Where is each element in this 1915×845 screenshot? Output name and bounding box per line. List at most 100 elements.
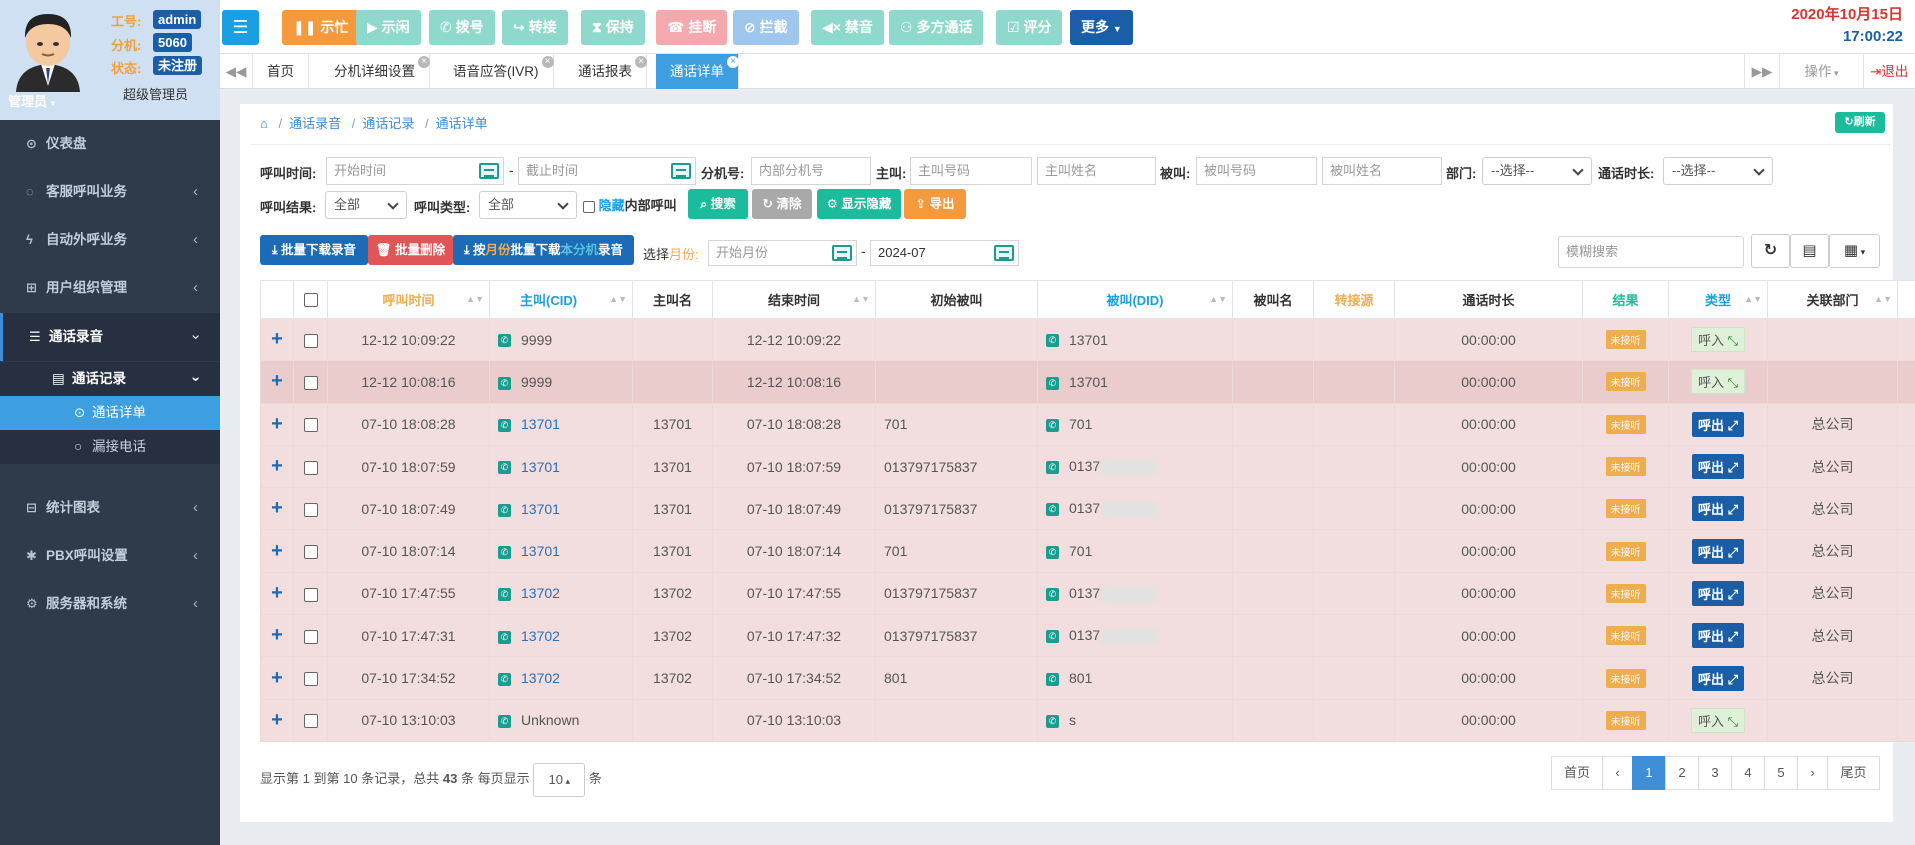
tab-home[interactable]: 首页 [253, 54, 309, 89]
checkbox[interactable] [583, 200, 595, 213]
select-cell[interactable] [293, 402, 328, 446]
expand-cell[interactable]: + [260, 360, 294, 404]
month-download-button[interactable]: ⤓ 按月份批量下载本分机录音 [453, 235, 634, 265]
expand-cell[interactable]: + [260, 402, 294, 446]
page-first[interactable]: 首页 [1551, 756, 1603, 790]
tab-ext-detail[interactable]: 分机详细设置 × [320, 54, 430, 89]
more-button[interactable]: 更多 ▼ [1070, 10, 1133, 45]
plus-icon[interactable]: + [271, 667, 283, 689]
plus-icon[interactable]: + [271, 497, 283, 519]
end-time-input[interactable]: 截止时间 [518, 157, 696, 185]
batch-download-button[interactable]: ⤓ 批量下载录音 [260, 235, 368, 265]
nav-org[interactable]: ⊞ 用户组织管理 ‹ [0, 264, 220, 312]
cid-value[interactable]: 13702 [521, 585, 560, 601]
cid-value[interactable]: 13701 [521, 459, 560, 475]
expand-cell[interactable]: + [260, 317, 294, 362]
caller-number-input[interactable]: 主叫号码 [910, 157, 1032, 185]
header-end-time[interactable]: 结束时间 ▲▼ [712, 280, 876, 319]
nav-stats[interactable]: ⊟ 统计图表 ‹ [0, 484, 220, 532]
table-row[interactable]: +12-12 10:08:16 ✆ 9999 12-12 10:08:16 ✆ 13701… [260, 360, 1915, 404]
batch-delete-button[interactable]: 🗑 批量删除 [368, 235, 453, 265]
table-row[interactable]: +07-10 13:10:03 ✆ Unknown 07-10 13:10:03 ✆ s 0… [260, 698, 1915, 742]
table-row[interactable]: +07-10 17:34:52 ✆ 13702 13702 07-10 17:34:52… [260, 656, 1915, 700]
row-checkbox[interactable] [303, 672, 318, 687]
close-icon[interactable]: × [727, 56, 739, 68]
caller-name-cell[interactable]: 13702 [632, 614, 713, 658]
transfer-button[interactable]: ↪ 转接 [502, 10, 568, 45]
mute-button[interactable]: ◀× 禁音 [811, 10, 884, 45]
nav-service[interactable]: ◌ 客服呼叫业务 ‹ [0, 168, 220, 216]
month-start-input[interactable]: 开始月份 [708, 240, 857, 266]
close-icon[interactable]: × [541, 56, 554, 68]
breadcrumb-recording[interactable]: 通话录音 [289, 116, 341, 131]
caller-name-cell[interactable]: 13701 [632, 487, 713, 531]
caller-name-cell[interactable]: 13702 [632, 656, 713, 700]
caller-name-cell[interactable]: 13701 [632, 529, 713, 573]
menu-toggle-button[interactable]: ☰ [222, 10, 259, 45]
page-2[interactable]: 2 [1665, 756, 1699, 790]
exit-button[interactable]: ⇥退出 [1864, 54, 1915, 89]
nav-outbound[interactable]: ϟ 自动外呼业务 ‹ [0, 216, 220, 264]
expand-cell[interactable]: + [260, 444, 294, 489]
search-button[interactable]: ⌕ 搜索 [688, 189, 748, 219]
page-1[interactable]: 1 [1632, 756, 1666, 790]
duration-select[interactable]: --选择-- [1663, 157, 1773, 185]
hangup-button[interactable]: ☎ 挂断 [656, 10, 728, 45]
calendar-icon[interactable] [479, 163, 499, 179]
hold-button[interactable]: ⧗ 保持 [581, 10, 645, 45]
page-size-dropdown[interactable]: 10 ▴ [533, 762, 586, 797]
row-checkbox[interactable] [303, 545, 318, 560]
expand-cell[interactable]: + [260, 656, 294, 700]
dial-button[interactable]: ✆ 拨号 [429, 10, 495, 45]
tab-scroll-right-button[interactable]: ▶▶ [1744, 54, 1780, 89]
nav-pbx[interactable]: ✱ PBX呼叫设置 ‹ [0, 532, 220, 580]
callee-name-input[interactable]: 被叫姓名 [1322, 157, 1442, 185]
nav-records[interactable]: ▤ 通话记录 ‹ [0, 362, 220, 396]
month-end-input[interactable]: 2024-07 [870, 240, 1019, 266]
show-hidden-button[interactable]: ⚙ 显示隐藏 [817, 189, 901, 219]
export-button[interactable]: ⇪ 导出 [904, 189, 966, 219]
caller-name-cell[interactable]: 13701 [632, 402, 713, 446]
fuzzy-search-input[interactable]: 模糊搜索 [1558, 236, 1744, 268]
page-3[interactable]: 3 [1698, 756, 1732, 790]
cid-value[interactable]: 13701 [521, 416, 560, 432]
close-icon[interactable]: × [635, 56, 647, 68]
row-checkbox[interactable] [303, 418, 318, 433]
close-icon[interactable]: × [418, 56, 430, 68]
row-checkbox[interactable] [303, 587, 318, 602]
row-checkbox[interactable] [303, 714, 318, 729]
tab-detail[interactable]: 通话详单 × [656, 54, 739, 89]
cid-value[interactable]: 13701 [521, 543, 560, 559]
select-cell[interactable] [293, 656, 328, 700]
page-next[interactable]: › [1797, 756, 1828, 790]
cid-value[interactable]: 13702 [521, 670, 560, 686]
plus-icon[interactable]: + [271, 709, 283, 731]
idle-button[interactable]: ▶ 示闲 [356, 10, 421, 45]
row-checkbox[interactable] [303, 376, 318, 391]
intercept-button[interactable]: ⊘ 拦截 [733, 10, 799, 45]
nav-server[interactable]: ⚙ 服务器和系统 ‹ [0, 580, 220, 628]
expand-cell[interactable]: + [260, 571, 294, 616]
expand-cell[interactable]: + [260, 698, 294, 742]
table-row[interactable]: +07-10 17:47:31 ✆ 13702 13702 07-10 17:47:32… [260, 614, 1915, 658]
calendar-icon[interactable] [832, 245, 852, 261]
toggle-view-button[interactable]: ▤ [1790, 234, 1829, 268]
page-5[interactable]: 5 [1764, 756, 1798, 790]
dept-select[interactable]: --选择-- [1482, 157, 1592, 185]
page-last[interactable]: 尾页 [1827, 756, 1880, 790]
caller-name-input[interactable]: 主叫姓名 [1037, 157, 1156, 185]
expand-cell[interactable]: + [260, 614, 294, 658]
plus-icon[interactable]: + [271, 370, 283, 392]
header-call-time[interactable]: 呼叫时间 ▲▼ [327, 280, 490, 319]
tab-report[interactable]: 通话报表 × [564, 54, 647, 89]
busy-button[interactable]: ❚❚ 示忙 [282, 10, 360, 45]
calendar-icon[interactable] [994, 245, 1014, 261]
select-cell[interactable] [293, 317, 328, 362]
header-cid[interactable]: 主叫(CID) ▲▼ [489, 280, 633, 319]
header-did[interactable]: 被叫(DID) ▲▼ [1037, 280, 1233, 319]
table-row[interactable]: +07-10 17:47:55 ✆ 13702 13702 07-10 17:47:55… [260, 571, 1915, 616]
type-select[interactable]: 全部 [479, 191, 577, 219]
home-icon[interactable]: ⌂ [260, 116, 268, 131]
nav-recording[interactable]: ☰ 通话录音 ‹ [0, 313, 220, 361]
select-cell[interactable] [293, 487, 328, 531]
